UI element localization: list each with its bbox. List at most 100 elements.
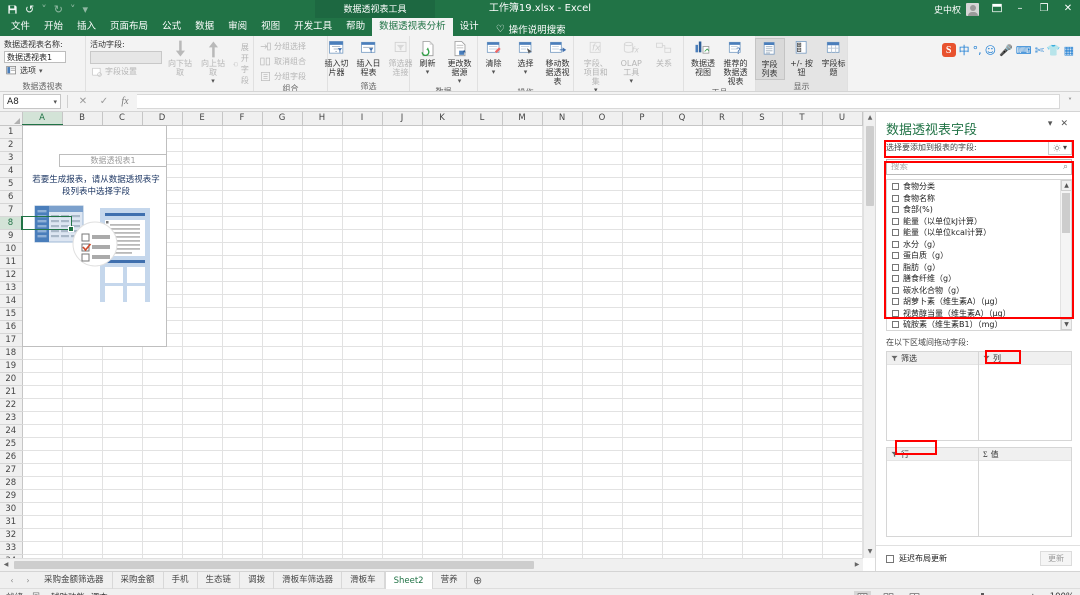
cell-G21[interactable] [262, 385, 303, 399]
cell-U31[interactable] [822, 515, 863, 529]
cell-T2[interactable] [782, 138, 823, 152]
cell-E11[interactable] [182, 255, 223, 269]
scroll-right-icon[interactable]: ▶ [851, 559, 863, 571]
cell-H28[interactable] [302, 476, 343, 490]
field-headers-button[interactable]: 字段标题 [819, 38, 849, 78]
column-header-F[interactable]: F [222, 112, 263, 126]
cell-A22[interactable] [22, 398, 63, 412]
cell-Q6[interactable] [662, 190, 703, 204]
cell-M9[interactable] [502, 229, 543, 243]
cell-E15[interactable] [182, 307, 223, 321]
cell-E29[interactable] [182, 489, 223, 503]
cell-H32[interactable] [302, 528, 343, 542]
cell-Q9[interactable] [662, 229, 703, 243]
sheet-tab[interactable]: 手机 [164, 571, 198, 589]
cell-L26[interactable] [462, 450, 503, 464]
cell-N15[interactable] [542, 307, 583, 321]
cell-I32[interactable] [342, 528, 383, 542]
row-header-22[interactable]: 22 [0, 398, 23, 412]
cell-U7[interactable] [822, 203, 863, 217]
grid-row[interactable]: 23 [0, 411, 863, 425]
cell-A30[interactable] [22, 502, 63, 516]
cell-J23[interactable] [382, 411, 423, 425]
cell-S4[interactable] [742, 164, 783, 178]
cell-T17[interactable] [782, 333, 823, 347]
worksheet-grid[interactable]: A B C D E F G H I J K L M N O P Q R S T U 1 2 3 4 5 6 7 8 9 10 11 12 13 14… [0, 112, 875, 571]
cell-O32[interactable] [582, 528, 623, 542]
pivotchart-button[interactable]: 数据透视图 [688, 38, 718, 78]
scroll-up-icon[interactable]: ▲ [1061, 180, 1071, 191]
cell-P17[interactable] [622, 333, 663, 347]
field-list-item[interactable]: 碳水化合物（g） [887, 285, 1060, 297]
cell-Q18[interactable] [662, 346, 703, 360]
cell-Q33[interactable] [662, 541, 703, 555]
confirm-formula-icon[interactable]: ✓ [95, 96, 113, 107]
cell-L4[interactable] [462, 164, 503, 178]
cell-U4[interactable] [822, 164, 863, 178]
cell-B27[interactable] [62, 463, 103, 477]
prev-sheet-icon[interactable]: ‹ [4, 576, 20, 585]
cell-B21[interactable] [62, 385, 103, 399]
cell-R29[interactable] [702, 489, 743, 503]
minimize-button[interactable]: – [1008, 0, 1032, 18]
cell-I9[interactable] [342, 229, 383, 243]
row-header-30[interactable]: 30 [0, 502, 23, 516]
cell-J4[interactable] [382, 164, 423, 178]
cell-J29[interactable] [382, 489, 423, 503]
ime-keyboard-icon[interactable]: ⌨ [1016, 44, 1032, 57]
cell-H33[interactable] [302, 541, 343, 555]
chevron-down-icon[interactable]: ▾ [594, 86, 598, 91]
cancel-formula-icon[interactable]: ✕ [74, 96, 92, 107]
cell-T22[interactable] [782, 398, 823, 412]
row-header-15[interactable]: 15 [0, 307, 23, 321]
ime-mode-icon[interactable]: 中 [959, 42, 970, 58]
cell-R30[interactable] [702, 502, 743, 516]
cell-S12[interactable] [742, 268, 783, 282]
field-list-item[interactable]: 视黄醇当量（维生素A）（μg） [887, 308, 1060, 320]
grid-row[interactable]: 28 [0, 476, 863, 490]
cell-G5[interactable] [262, 177, 303, 191]
cell-P23[interactable] [622, 411, 663, 425]
chevron-down-icon[interactable]: ▾ [53, 95, 60, 109]
cell-F25[interactable] [222, 437, 263, 451]
cell-L6[interactable] [462, 190, 503, 204]
cell-I22[interactable] [342, 398, 383, 412]
cell-L9[interactable] [462, 229, 503, 243]
cell-N3[interactable] [542, 151, 583, 165]
cell-U27[interactable] [822, 463, 863, 477]
cell-G4[interactable] [262, 164, 303, 178]
cell-P22[interactable] [622, 398, 663, 412]
cell-O28[interactable] [582, 476, 623, 490]
cell-H10[interactable] [302, 242, 343, 256]
cell-A24[interactable] [22, 424, 63, 438]
cell-J31[interactable] [382, 515, 423, 529]
cell-U26[interactable] [822, 450, 863, 464]
cell-C31[interactable] [102, 515, 143, 529]
cell-L25[interactable] [462, 437, 503, 451]
cell-K28[interactable] [422, 476, 463, 490]
cell-I5[interactable] [342, 177, 383, 191]
cell-R33[interactable] [702, 541, 743, 555]
cell-I16[interactable] [342, 320, 383, 334]
tab-formulas[interactable]: 公式 [155, 18, 188, 36]
cell-N25[interactable] [542, 437, 583, 451]
cell-K6[interactable] [422, 190, 463, 204]
column-header-Q[interactable]: Q [662, 112, 703, 126]
cell-F31[interactable] [222, 515, 263, 529]
cell-K29[interactable] [422, 489, 463, 503]
cell-R6[interactable] [702, 190, 743, 204]
cell-P4[interactable] [622, 164, 663, 178]
cell-M18[interactable] [502, 346, 543, 360]
cell-O30[interactable] [582, 502, 623, 516]
cell-O23[interactable] [582, 411, 623, 425]
cell-H31[interactable] [302, 515, 343, 529]
sheet-tab[interactable]: 采购金额 [113, 571, 164, 589]
dropzone-filters-body[interactable] [887, 365, 978, 440]
cell-R16[interactable] [702, 320, 743, 334]
tab-data[interactable]: 数据 [188, 18, 221, 36]
cell-M26[interactable] [502, 450, 543, 464]
cell-Q32[interactable] [662, 528, 703, 542]
scroll-down-icon[interactable]: ▼ [864, 546, 875, 558]
undo-dropdown-icon[interactable]: ˅ [41, 3, 47, 16]
cell-T20[interactable] [782, 372, 823, 386]
